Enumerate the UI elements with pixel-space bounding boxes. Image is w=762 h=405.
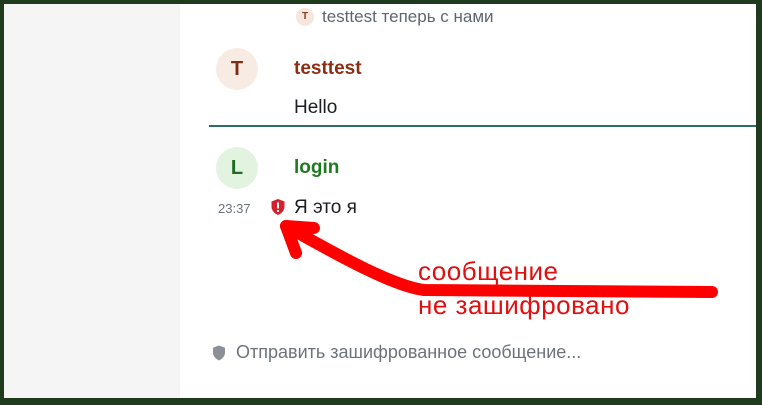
annotation-arrow bbox=[280, 220, 718, 298]
message-input[interactable] bbox=[236, 340, 716, 364]
annotation-text-line1: сообщение bbox=[418, 256, 559, 286]
message-composer bbox=[208, 340, 728, 364]
annotation-text-line2: не зашифровано bbox=[418, 290, 630, 320]
chat-window: T testtest теперь с нами T testtest Hell… bbox=[4, 4, 756, 398]
shield-icon[interactable] bbox=[212, 345, 226, 361]
